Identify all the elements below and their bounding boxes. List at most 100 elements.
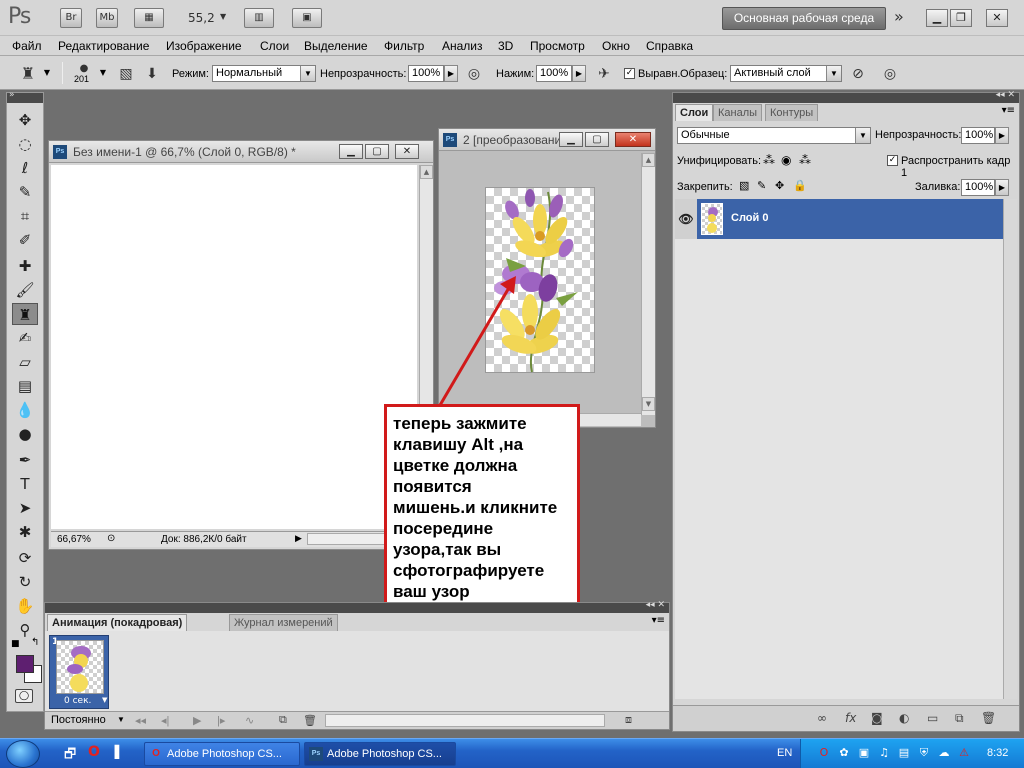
lasso-tool[interactable]: ℓ [12, 157, 38, 179]
collapse-icon[interactable]: ◂◂ ✕ [996, 90, 1015, 100]
zoom-dropdown-icon[interactable]: ▼ [220, 12, 226, 21]
more-workspaces-icon[interactable]: » [894, 7, 904, 26]
menu-3d[interactable]: 3D [498, 39, 513, 53]
duplicate-frame-icon[interactable]: ⧉ [279, 714, 287, 727]
tween-icon[interactable]: ∿ [245, 714, 254, 727]
brush-picker-dropdown[interactable]: ▼ [96, 65, 110, 82]
horizontal-scrollbar[interactable] [325, 714, 605, 727]
show-desktop-icon[interactable]: 🗗 [64, 745, 76, 767]
pressure-slider-button[interactable]: ▶ [572, 65, 586, 82]
layer-opacity-input[interactable]: 100% [961, 127, 995, 144]
panel-header[interactable]: ◂◂ ✕ [45, 600, 669, 613]
menu-file[interactable]: Файл [12, 39, 42, 53]
delete-layer-icon[interactable]: 🗑 [981, 711, 996, 725]
fill-slider[interactable]: ▶ [995, 179, 1009, 196]
add-mask-icon[interactable]: ◙ [871, 711, 883, 725]
layers-scrollbar[interactable] [1003, 199, 1017, 699]
minimize-doc-button[interactable]: ▁ [559, 132, 583, 147]
eye-icon[interactable]: 👁 [675, 199, 697, 239]
link-layers-icon[interactable]: ∞ [817, 711, 827, 725]
volume-tray-icon[interactable]: ♫ [877, 746, 891, 760]
tools-panel-header[interactable]: » [7, 90, 43, 103]
display-tray-icon[interactable]: ▤ [897, 746, 911, 760]
scroll-down-icon[interactable]: ▼ [642, 397, 655, 411]
menu-analysis[interactable]: Анализ [442, 39, 483, 53]
new-layer-icon[interactable]: ⧉ [955, 711, 964, 726]
path-selection-tool[interactable]: ➤ [12, 497, 38, 519]
scroll-up-icon[interactable]: ▲ [642, 153, 655, 167]
status-arrow-icon[interactable]: ▶ [295, 533, 302, 544]
opacity-slider-button[interactable]: ▶ [444, 65, 458, 82]
workspace-button[interactable]: Основная рабочая среда [722, 7, 886, 30]
cloud-tray-icon[interactable]: ☁ [937, 746, 951, 760]
crop-tool[interactable]: ⌗ [12, 205, 38, 227]
tab-animation[interactable]: Анимация (покадровая) [47, 614, 188, 631]
lock-all-icon[interactable]: 🔒 [793, 179, 807, 192]
opera-quicklaunch-icon[interactable]: O [88, 744, 100, 760]
tab-layers[interactable]: Слои [675, 104, 714, 121]
tab-measurement-log[interactable]: Журнал измерений [229, 614, 338, 631]
hand-tool[interactable]: ✋ [12, 595, 38, 617]
swap-colors-icon[interactable]: ↰ [31, 637, 39, 648]
airbrush-icon[interactable]: ✈ [594, 65, 614, 83]
vertical-scrollbar[interactable]: ▲ ▼ [641, 153, 655, 415]
lock-transparency-icon[interactable]: ▧ [739, 179, 749, 192]
minimize-app-button[interactable]: ▁ [926, 9, 948, 27]
clone-stamp-tool[interactable]: ♜ [12, 303, 38, 325]
delete-frame-icon[interactable]: 🗑 [303, 714, 317, 727]
brush-panel-icon[interactable]: ▧ [116, 65, 136, 83]
aligned-checkbox[interactable]: ✓ [624, 68, 635, 79]
clock[interactable]: 8:32 [987, 747, 1008, 759]
menu-layers[interactable]: Слои [260, 39, 289, 53]
tablet-size-icon[interactable]: ◎ [880, 65, 900, 83]
animation-frame[interactable]: 1 0 сек. ▼ [49, 635, 109, 709]
quick-selection-tool[interactable]: ✎ [12, 181, 38, 203]
panel-menu-icon[interactable]: ▾≡ [652, 615, 665, 626]
eraser-tool[interactable]: ▱ [12, 351, 38, 373]
start-button[interactable] [6, 740, 40, 768]
tab-channels[interactable]: Каналы [713, 104, 763, 121]
close-doc-button[interactable]: ✕ [395, 144, 419, 159]
layer-style-icon[interactable]: fx [845, 711, 856, 725]
collapse-icon[interactable]: » [9, 90, 15, 100]
restore-app-button[interactable]: ❐ [950, 9, 972, 27]
taskbar-button-photoshop-2[interactable]: Ps Adobe Photoshop CS... [304, 742, 456, 766]
arrange-documents-button[interactable]: ▥ [244, 8, 274, 28]
unify-position-icon[interactable]: ⁂ [763, 153, 775, 167]
unify-style-icon[interactable]: ⁂ [799, 153, 811, 167]
foreground-color-swatch[interactable] [16, 655, 34, 673]
brush-tool[interactable]: 🖌 [12, 279, 38, 301]
3d-rotate-tool[interactable]: ⟳ [12, 547, 38, 569]
marquee-tool[interactable]: ◌ [12, 133, 38, 155]
lock-pixels-icon[interactable]: ✎ [757, 179, 766, 192]
quick-mask-icon[interactable]: ◯ [15, 689, 33, 703]
clone-stamp-preset-icon[interactable]: ♜ [18, 65, 38, 83]
menu-image[interactable]: Изображение [166, 39, 242, 53]
first-frame-icon[interactable]: ◂◂ [135, 714, 146, 727]
chevron-down-icon[interactable]: ▼ [117, 715, 125, 724]
bridge-button[interactable]: Br [60, 8, 82, 28]
loop-select[interactable]: Постоянно [51, 714, 106, 726]
minimize-doc-button[interactable]: ▁ [339, 144, 363, 159]
tool-preset-dropdown[interactable]: ▼ [40, 65, 54, 82]
blur-tool[interactable]: 💧 [12, 399, 38, 421]
clone-source-icon[interactable]: ⬇ [142, 65, 162, 83]
new-group-icon[interactable]: ▭ [927, 711, 938, 725]
3d-orbit-tool[interactable]: ↻ [12, 571, 38, 593]
taskbar-button-photoshop-1[interactable]: O Adobe Photoshop CS... [144, 742, 300, 766]
propagate-frame-checkbox[interactable]: ✓ [887, 155, 898, 166]
eyedropper-tool[interactable]: ✐ [12, 229, 38, 251]
opera-tray-icon[interactable]: O [817, 746, 831, 760]
shape-tool[interactable]: ✱ [12, 521, 38, 543]
menu-edit[interactable]: Редактирование [58, 39, 149, 53]
tab-paths[interactable]: Контуры [765, 104, 819, 121]
blend-mode-select[interactable]: Обычные ▼ [677, 127, 871, 144]
collapse-icon[interactable]: ◂◂ ✕ [646, 600, 665, 610]
sample-select[interactable]: Активный слой ▼ [730, 65, 842, 82]
document-titlebar[interactable]: Ps Без имени-1 @ 66,7% (Слой 0, RGB/8) *… [49, 141, 433, 163]
mini-bridge-button[interactable]: Mb [96, 8, 118, 28]
move-tool[interactable]: ✥ [12, 109, 38, 131]
pen-tool[interactable]: ✒ [12, 449, 38, 471]
ignore-adjustment-icon[interactable]: ⊘ [848, 65, 868, 83]
layer-row[interactable]: 👁 Слой 0 [675, 199, 1003, 239]
